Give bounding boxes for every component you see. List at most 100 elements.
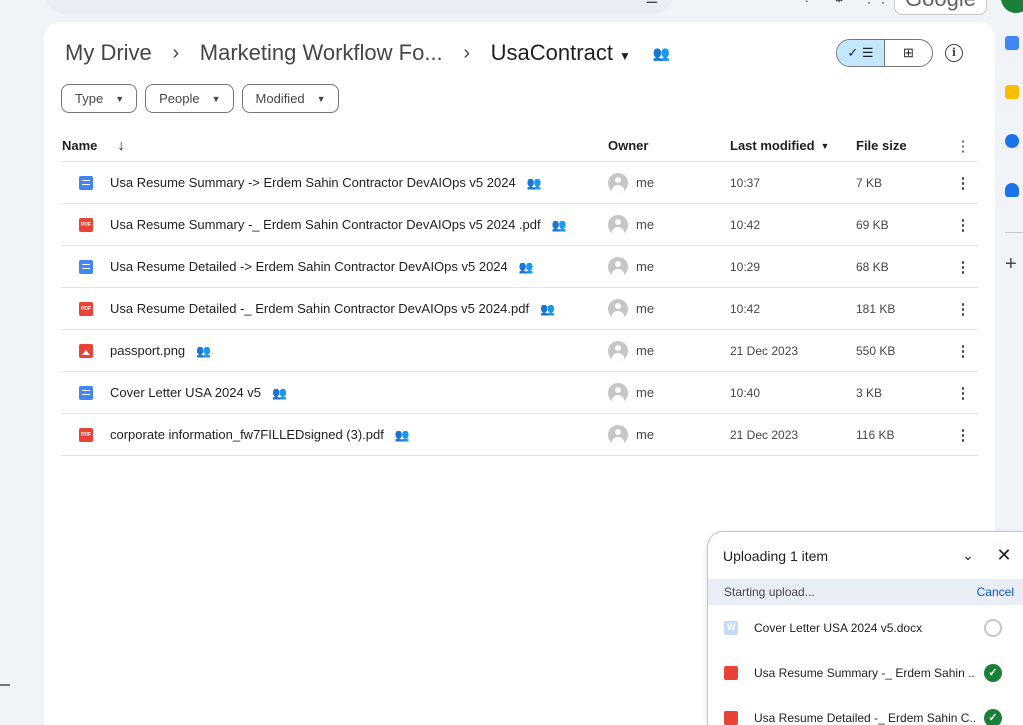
google-account-label[interactable]: Google [894,0,987,15]
add-icon[interactable]: + [1005,253,1023,276]
file-size-value: 69 KB [856,217,889,232]
close-icon[interactable]: ✕ [994,545,1014,566]
owner-avatar [608,256,628,277]
upload-file-name: Usa Resume Summary -_ Erdem Sahin ... [754,665,976,680]
people-filter-label: People [159,91,200,106]
people-filter-chip[interactable]: People ▼ [145,84,234,113]
table-row[interactable]: passport.png 👥 me 21 Dec 2023 550 KB ⋮ [61,330,978,372]
calendar-icon[interactable] [1005,36,1019,50]
settings-icon[interactable]: ⚙ [830,0,848,7]
upload-item[interactable]: Usa Resume Summary -_ Erdem Sahin ... ✓ [708,650,1023,695]
list-view-button[interactable]: ✓ ☰ [837,40,885,66]
chevron-right-icon: › [172,41,180,64]
pdf-icon [724,710,738,725]
more-vert-icon[interactable]: ⋮ [956,384,971,402]
check-circle-icon: ✓ [984,708,1002,725]
owner-avatar [608,172,628,193]
owner-name: me [636,385,655,400]
info-icon[interactable]: i [945,44,963,62]
file-name[interactable]: Cover Letter USA 2024 v5 [110,385,261,400]
owner-name: me [636,175,655,190]
chevron-right-icon: › [463,41,470,64]
cancel-upload-button[interactable]: Cancel [977,585,1014,599]
last-modified-value: 21 Dec 2023 [730,343,799,358]
table-row[interactable]: Usa Resume Summary -> Erdem Sahin Contra… [61,162,978,204]
upload-progress-panel: Uploading 1 item ⌄ ✕ Starting upload... … [707,531,1023,725]
file-name[interactable]: Usa Resume Detailed -> Erdem Sahin Contr… [110,259,508,274]
keep-icon[interactable] [1005,85,1019,99]
more-vert-icon[interactable]: ⋮ [956,174,971,192]
more-vert-icon[interactable]: ⋮ [956,216,971,234]
file-size-value: 3 KB [856,385,883,400]
breadcrumb-parent-folder[interactable]: Marketing Workflow Fo... [196,40,447,66]
more-vert-icon[interactable]: ⋮ [956,342,971,360]
arrow-down-icon[interactable]: ↓ [117,137,125,154]
type-filter-chip[interactable]: Type ▼ [61,84,138,113]
file-size-value: 116 KB [856,427,895,442]
shared-people-icon: 👥 [540,301,556,316]
pdf-icon: PDF [79,427,93,442]
dropdown-caret-icon[interactable]: ▼ [821,141,830,151]
view-toggle: ✓ ☰ ⊞ [836,39,933,67]
search-bar[interactable]: ⚌ [44,0,674,14]
shared-people-icon: 👥 [551,217,567,232]
apps-grid-icon[interactable]: ⋮⋮ [862,0,890,7]
google-doc-icon [79,259,93,274]
file-size-column-header: File size [856,138,907,153]
owner-name: me [636,343,655,358]
file-name[interactable]: passport.png [110,343,185,358]
modified-filter-chip[interactable]: Modified ▼ [241,84,339,113]
dropdown-caret-icon: ▼ [211,93,221,104]
dropdown-caret-icon: ▼ [115,93,125,104]
chevron-down-icon[interactable]: ⌄ [958,547,978,564]
more-vert-icon[interactable]: ⋮ [956,300,971,318]
owner-column-header: Owner [608,138,649,153]
upload-header: Uploading 1 item ⌄ ✕ [708,532,1023,579]
name-column-header[interactable]: Name [62,138,97,153]
owner-avatar [608,298,628,319]
breadcrumb-current-folder[interactable]: UsaContract ▼ [487,40,635,66]
table-row[interactable]: PDF Usa Resume Summary -_ Erdem Sahin Co… [61,204,978,246]
upload-item[interactable]: Usa Resume Detailed -_ Erdem Sahin C... … [708,695,1023,725]
modified-filter-label: Modified [255,91,305,106]
table-row[interactable]: PDF Usa Resume Detailed -_ Erdem Sahin C… [61,288,978,330]
shared-people-icon: 👥 [394,427,410,442]
help-icon[interactable]: ? [798,0,816,7]
table-row[interactable]: PDF corporate information_fw7FILLEDsigne… [61,414,978,456]
word-doc-icon [724,620,738,635]
owner-avatar [608,340,628,361]
owner-name: me [636,427,655,442]
check-circle-icon: ✓ [984,663,1002,682]
table-row[interactable]: Usa Resume Detailed -> Erdem Sahin Contr… [61,246,978,288]
upload-status-text: Starting upload... [724,585,815,599]
upload-status-bar: Starting upload... Cancel [708,579,1023,605]
breadcrumb-my-drive[interactable]: My Drive [61,40,156,66]
upload-file-name: Usa Resume Detailed -_ Erdem Sahin C... [754,710,976,725]
search-options-icon[interactable]: ⚌ [645,0,658,7]
google-doc-icon [79,175,93,190]
shared-people-icon: 👥 [272,385,287,400]
account-avatar[interactable] [1001,0,1023,13]
last-modified-value: 10:37 [730,175,761,190]
owner-avatar [608,214,628,235]
side-panel: + [1005,36,1023,276]
filter-chips: Type ▼ People ▼ Modified ▼ [61,84,339,113]
file-name[interactable]: Usa Resume Summary -> Erdem Sahin Contra… [110,175,516,190]
table-row[interactable]: Cover Letter USA 2024 v5 👥 me 10:40 3 KB… [61,372,978,414]
tasks-icon[interactable] [1005,134,1019,148]
type-filter-label: Type [75,91,104,106]
more-vert-icon[interactable]: ⋮ [956,137,971,155]
file-name[interactable]: Usa Resume Detailed -_ Erdem Sahin Contr… [110,301,529,316]
side-panel-divider [1005,232,1023,233]
file-name[interactable]: Usa Resume Summary -_ Erdem Sahin Contra… [110,217,541,232]
owner-name: me [636,301,655,316]
last-modified-column-header[interactable]: Last modified [730,138,815,153]
upload-item[interactable]: Cover Letter USA 2024 v5.docx [708,605,1023,650]
shared-people-icon: 👥 [196,343,212,358]
contacts-icon[interactable] [1005,183,1019,197]
file-size-value: 7 KB [856,175,883,190]
grid-view-button[interactable]: ⊞ [885,40,932,66]
more-vert-icon[interactable]: ⋮ [956,258,971,276]
more-vert-icon[interactable]: ⋮ [956,426,971,444]
file-name[interactable]: corporate information_fw7FILLEDsigned (3… [110,427,384,442]
